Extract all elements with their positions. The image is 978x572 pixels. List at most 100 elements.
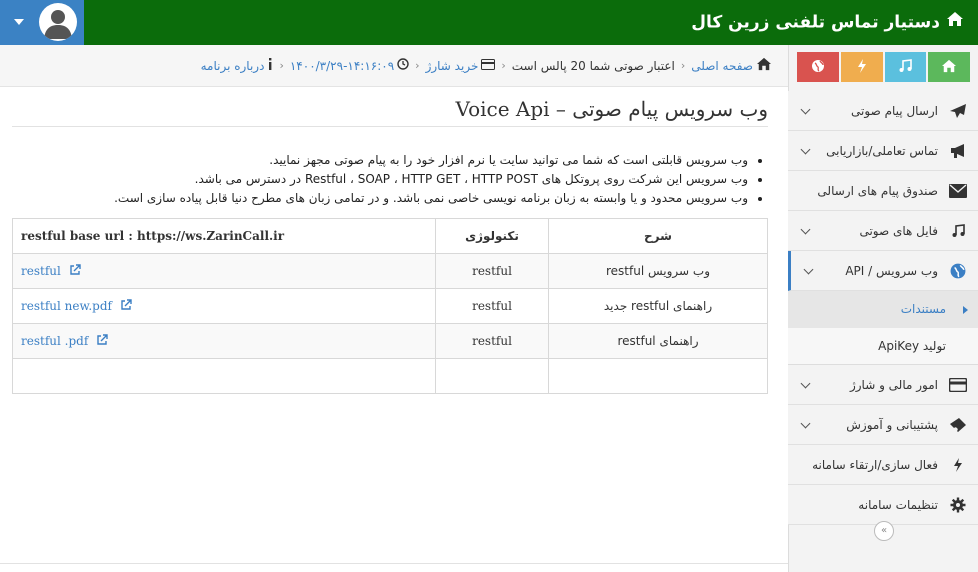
music-icon	[948, 221, 968, 241]
sidebar-subitem-docs[interactable]: مستندات	[788, 291, 978, 328]
cell-description: وب سرویس restful	[548, 253, 768, 289]
breadcrumb-separator: ‹	[415, 59, 420, 72]
sidebar-item-outbox[interactable]: صندوق پیام های ارسالی	[788, 171, 978, 211]
sidebar-item-label: وب سرویس / API	[845, 263, 938, 278]
sidebar-item-audio-files[interactable]: فایل های صوتی	[788, 211, 978, 251]
chevron-down-icon	[803, 264, 814, 275]
feature-list: وب سرویس قابلتی است که شما می توانید سای…	[12, 151, 768, 208]
main-content: وب سرویس پیام صوتی – Voice Api وب سرویس …	[12, 87, 768, 394]
doc-link[interactable]: restful new.pdf	[21, 299, 112, 313]
app-title-text: دستیار تماس تلفنی زرین کال	[691, 12, 940, 33]
home-icon	[756, 57, 772, 74]
breadcrumb-datetime: ۱۴۰۰/۳/۲۹-۱۴:۱۶:۰۹	[289, 58, 395, 73]
quick-home-button[interactable]	[928, 52, 970, 82]
external-link-icon[interactable]	[69, 263, 81, 279]
sidebar-subitem-apikey[interactable]: تولید ApiKey	[788, 328, 978, 365]
credit-card-icon	[481, 58, 496, 73]
cell-description: راهنمای restful	[548, 323, 768, 359]
bolt-icon	[948, 455, 968, 475]
column-header-description: شرح	[548, 218, 768, 254]
table-row: راهنمای restful restful restful .pdf	[12, 323, 768, 359]
ticket-icon	[948, 415, 968, 435]
doc-link[interactable]: restful .pdf	[21, 334, 88, 348]
cell-description: راهنمای restful جدید	[548, 288, 768, 324]
gear-icon	[948, 495, 968, 515]
paper-plane-icon	[948, 101, 968, 121]
chevron-down-icon	[800, 224, 811, 235]
sidebar-item-label: فایل های صوتی	[859, 223, 938, 238]
top-bar: دستیار تماس تلفنی زرین کال	[0, 0, 978, 45]
sidebar-item-label: امور مالی و شارژ	[849, 377, 938, 392]
cell-link: restful .pdf	[12, 323, 436, 359]
column-header-technology: تکنولوژی	[435, 218, 549, 254]
cell-technology: restful	[435, 288, 549, 324]
avatar[interactable]	[39, 3, 77, 41]
app-title[interactable]: دستیار تماس تلفنی زرین کال	[691, 0, 964, 45]
list-item: وب سرویس قابلتی است که شما می توانید سای…	[12, 151, 748, 170]
breadcrumb-buy[interactable]: خرید شارژ	[426, 59, 479, 73]
external-link-icon[interactable]	[120, 298, 132, 314]
chevron-down-icon	[800, 418, 811, 429]
megaphone-icon	[948, 141, 968, 161]
sidebar-item-marketing[interactable]: تماس تعاملی/بازاریابی	[788, 131, 978, 171]
breadcrumb-separator: ‹	[680, 59, 686, 72]
envelope-icon	[948, 181, 968, 201]
sidebar-item-label: پشتیبانی و آموزش	[846, 417, 938, 432]
sidebar-item-finance[interactable]: امور مالی و شارژ	[788, 365, 978, 405]
sidebar-item-activation[interactable]: فعال سازی/ارتقاء سامانه	[788, 445, 978, 485]
sidebar-item-label: تماس تعاملی/بازاریابی	[826, 143, 938, 158]
sidebar-item-label: صندوق پیام های ارسالی	[817, 183, 938, 198]
user-menu[interactable]	[0, 0, 84, 45]
home-icon	[946, 0, 964, 45]
sidebar-item-label: تنظیمات سامانه	[858, 497, 938, 512]
table-header-row: شرح تکنولوژی restful base url : https://…	[12, 218, 768, 254]
breadcrumb-about[interactable]: درباره برنامه	[201, 59, 265, 73]
breadcrumb-home[interactable]: صفحه اصلی	[691, 59, 753, 73]
sidebar-item-web-service[interactable]: وب سرویس / API	[788, 251, 978, 291]
sidebar-item-label: ارسال پیام صوتی	[851, 103, 938, 118]
home-icon	[941, 59, 957, 76]
info-icon	[267, 58, 273, 73]
doc-link[interactable]: restful	[21, 264, 61, 278]
sidebar-item-support[interactable]: پشتیبانی و آموزش	[788, 405, 978, 445]
external-link-icon[interactable]	[96, 333, 108, 349]
cell-link: restful	[12, 253, 436, 289]
sidebar-item-settings[interactable]: تنظیمات سامانه	[788, 485, 978, 525]
table-row: وب سرویس restful restful restful	[12, 253, 768, 289]
cell-technology: restful	[435, 253, 549, 289]
breadcrumb: صفحه اصلی ‹ اعتبار صوتی شما 20 پالس است …	[0, 45, 788, 87]
chevron-down-icon	[800, 378, 811, 389]
quick-actions	[797, 52, 970, 82]
music-icon	[898, 58, 913, 76]
sidebar-item-label: فعال سازی/ارتقاء سامانه	[812, 457, 938, 472]
cell-link	[12, 358, 436, 394]
sidebar-item-send-voice[interactable]: ارسال پیام صوتی	[788, 91, 978, 131]
globe-icon	[948, 261, 968, 281]
column-header-base-url: restful base url : https://ws.ZarinCall.…	[12, 218, 436, 254]
table-row	[12, 358, 768, 394]
docs-table: شرح تکنولوژی restful base url : https://…	[12, 218, 768, 394]
breadcrumb-separator: ‹	[501, 59, 506, 72]
chevron-down-icon	[800, 104, 811, 115]
footer-divider	[0, 563, 788, 564]
clock-icon	[397, 58, 409, 73]
cell-link: restful new.pdf	[12, 288, 436, 324]
cell-technology	[435, 358, 549, 394]
chevron-down-icon	[800, 144, 811, 155]
bolt-icon	[857, 58, 867, 76]
caret-down-icon[interactable]	[14, 19, 24, 25]
sidebar-menu: ارسال پیام صوتی تماس تعاملی/بازاریابی صن…	[788, 91, 978, 525]
cell-technology: restful	[435, 323, 549, 359]
quick-music-button[interactable]	[884, 52, 927, 82]
page-title: وب سرویس پیام صوتی – Voice Api	[12, 87, 768, 127]
credit-card-icon	[948, 375, 968, 395]
table-row: راهنمای restful جدید restful restful new…	[12, 288, 768, 324]
quick-bolt-button[interactable]	[840, 52, 883, 82]
cell-description	[548, 358, 768, 394]
list-item: وب سرویس این شرکت روی پروتکل های Restful…	[12, 170, 748, 189]
sidebar-collapse-button[interactable]: «	[874, 521, 894, 541]
globe-icon	[811, 59, 825, 76]
quick-globe-button[interactable]	[797, 52, 839, 82]
breadcrumb-credit: اعتبار صوتی شما 20 پالس است	[511, 58, 675, 73]
sidebar: ارسال پیام صوتی تماس تعاملی/بازاریابی صن…	[788, 45, 978, 572]
